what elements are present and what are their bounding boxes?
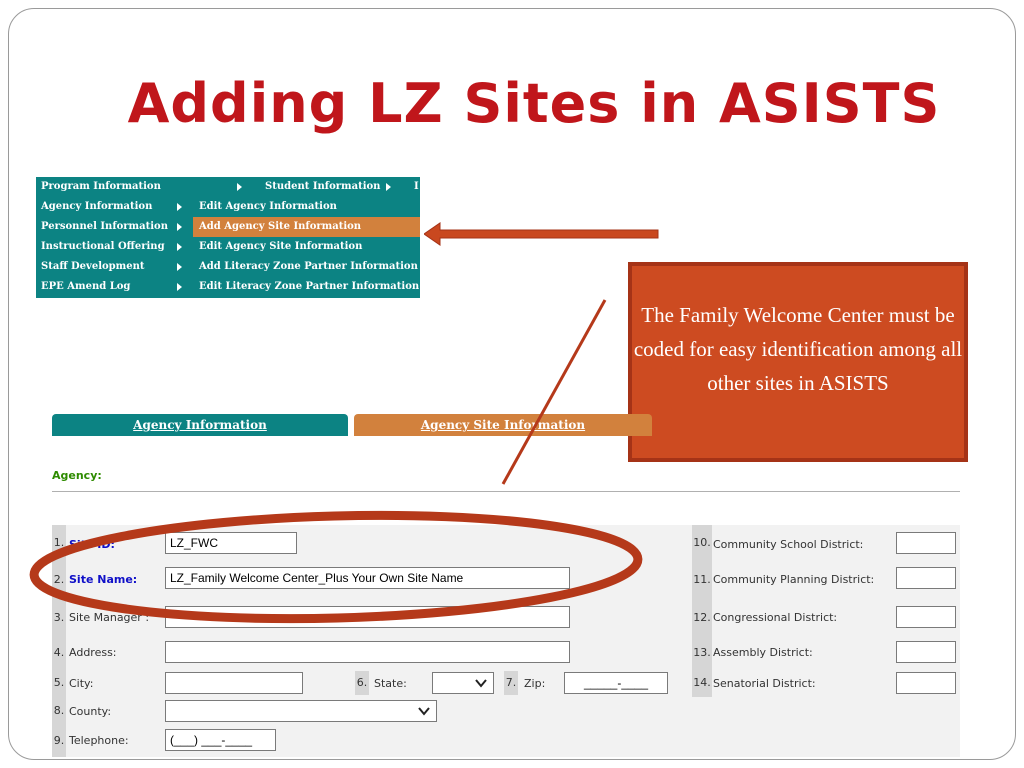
field-number: 4. xyxy=(52,637,66,669)
field-number: 1. xyxy=(52,525,66,561)
callout-box: The Family Welcome Center must be coded … xyxy=(628,262,968,462)
field-number: 2. xyxy=(52,561,66,599)
submenu-arrow-icon xyxy=(177,223,182,231)
divider xyxy=(52,491,960,492)
menu-item-student-information[interactable]: Student Information xyxy=(265,181,380,192)
submenu-item-edit-literacy-zone-partner[interactable]: Edit Literacy Zone Partner Information xyxy=(199,281,419,292)
telephone-label: Telephone: xyxy=(69,734,129,747)
assembly-district-input[interactable] xyxy=(896,641,956,663)
tab-agency-site-information[interactable]: Agency Site Information xyxy=(354,414,652,436)
submenu-item-add-agency-site-information[interactable]: Add Agency Site Information xyxy=(199,221,361,232)
zip-input[interactable]: _____-____ xyxy=(564,672,668,694)
city-label: City: xyxy=(69,677,94,690)
menu-item-epe-amend-log[interactable]: EPE Amend Log xyxy=(41,281,130,292)
assembly-district-label: Assembly District: xyxy=(713,646,813,659)
field-number: 3. xyxy=(52,599,66,637)
congressional-district-input[interactable] xyxy=(896,606,956,628)
field-number: 10. xyxy=(692,525,712,561)
tab-agency-information[interactable]: Agency Information xyxy=(52,414,348,436)
site-id-label: Site ID: xyxy=(69,538,115,551)
chevron-down-icon xyxy=(475,679,487,688)
community-planning-district-label: Community Planning District: xyxy=(713,573,875,586)
telephone-input[interactable]: (___) ___-____ xyxy=(165,729,276,751)
site-form: 1. Site ID: LZ_FWC 10. Community School … xyxy=(52,525,960,757)
community-school-district-input[interactable] xyxy=(896,532,956,554)
site-name-label: Site Name: xyxy=(69,573,138,586)
slide-title: Adding LZ Sites in ASISTS xyxy=(127,72,941,135)
form-row-address: 4. Address: 13. Assembly District: xyxy=(52,637,960,669)
community-school-district-label: Community School District: xyxy=(713,538,864,551)
site-manager-input[interactable] xyxy=(165,606,570,628)
state-select[interactable] xyxy=(432,672,494,694)
menu-item-personnel-information[interactable]: Personnel Information xyxy=(41,221,168,232)
field-number: 9. xyxy=(52,725,66,757)
form-row-city: 5. City: 6. State: 7. Zip: _____-____ 14… xyxy=(52,669,960,697)
form-row-site-id: 1. Site ID: LZ_FWC 10. Community School … xyxy=(52,525,960,561)
field-number: 12. xyxy=(692,599,712,637)
site-id-input[interactable]: LZ_FWC xyxy=(165,532,297,554)
pointer-arrow-icon xyxy=(424,222,659,246)
form-row-site-name: 2. Site Name: LZ_Family Welcome Center_P… xyxy=(52,561,960,599)
submenu-arrow-icon xyxy=(177,203,182,211)
menu-item-agency-information[interactable]: Agency Information xyxy=(41,201,152,212)
address-input[interactable] xyxy=(165,641,570,663)
field-number: 7. xyxy=(504,671,518,695)
county-label: County: xyxy=(69,705,112,718)
agency-label: Agency: xyxy=(52,469,102,482)
field-number: 6. xyxy=(355,671,369,695)
submenu-arrow-icon xyxy=(237,183,242,191)
menu-item-staff-development[interactable]: Staff Development xyxy=(41,261,145,272)
congressional-district-label: Congressional District: xyxy=(713,611,838,624)
county-select[interactable] xyxy=(165,700,437,722)
address-label: Address: xyxy=(69,646,117,659)
menu-item-instructional-offering[interactable]: Instructional Offering xyxy=(41,241,165,252)
menu-item-truncated[interactable]: I xyxy=(414,181,419,192)
site-name-input[interactable]: LZ_Family Welcome Center_Plus Your Own S… xyxy=(165,567,570,589)
program-menu: Program Information Student Information … xyxy=(36,177,420,298)
form-row-site-manager: 3. Site Manager : 12. Congressional Dist… xyxy=(52,599,960,637)
chevron-down-icon xyxy=(418,707,430,716)
field-number: 5. xyxy=(52,669,66,697)
field-number: 11. xyxy=(692,561,712,599)
senatorial-district-input[interactable] xyxy=(896,672,956,694)
state-label: State: xyxy=(374,677,407,690)
submenu-item-add-literacy-zone-partner[interactable]: Add Literacy Zone Partner Information xyxy=(199,261,418,272)
form-row-county: 8. County: xyxy=(52,697,960,725)
field-number: 13. xyxy=(692,637,712,669)
submenu-arrow-icon xyxy=(177,263,182,271)
callout-text: The Family Welcome Center must be coded … xyxy=(633,303,963,395)
senatorial-district-label: Senatorial District: xyxy=(713,677,816,690)
submenu-arrow-icon xyxy=(386,183,391,191)
zip-label: Zip: xyxy=(524,677,546,690)
site-manager-label: Site Manager : xyxy=(69,611,150,624)
form-row-telephone: 9. Telephone: (___) ___-____ xyxy=(52,725,960,757)
city-input[interactable] xyxy=(165,672,303,694)
submenu-arrow-icon xyxy=(177,243,182,251)
community-planning-district-input[interactable] xyxy=(896,567,956,589)
field-number: 14. xyxy=(692,669,712,697)
submenu-arrow-icon xyxy=(177,283,182,291)
field-number: 8. xyxy=(52,697,66,725)
menu-item-program-information[interactable]: Program Information xyxy=(41,181,161,192)
submenu-item-edit-agency-information[interactable]: Edit Agency Information xyxy=(199,201,337,212)
submenu-item-edit-agency-site-information[interactable]: Edit Agency Site Information xyxy=(199,241,362,252)
